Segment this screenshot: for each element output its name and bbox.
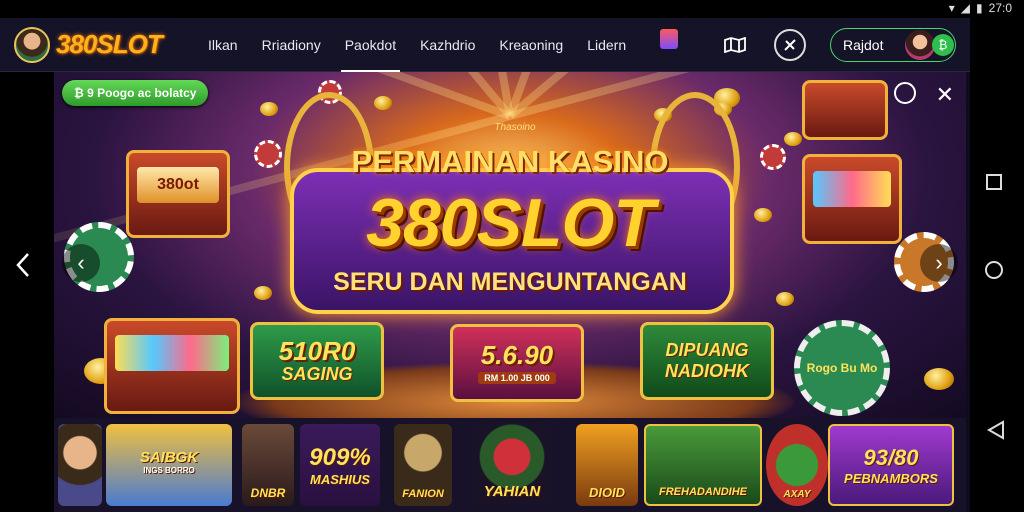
prize-card[interactable]: DIPUANG NADIOHK (640, 322, 774, 400)
signal-icon: ◢ (960, 1, 971, 15)
left-gutter (0, 72, 54, 512)
gift-icon[interactable] (660, 29, 678, 49)
nav-menu: Ilkan Rriadiony Paokdot Kazhdrio Kreaoni… (196, 18, 638, 72)
coin-badge: ₿ (932, 34, 954, 56)
game-tile[interactable]: 93/80 PEBNAMBORS (828, 424, 954, 506)
account-label: Rajdot (843, 37, 884, 53)
nav-item-lidern[interactable]: Lidern (575, 18, 638, 72)
nav-item-ilkan[interactable]: Ilkan (196, 18, 250, 72)
slot-machine-bottom-left (104, 318, 240, 414)
logo-avatar (14, 26, 50, 63)
status-time: 27:0 (988, 1, 1012, 15)
battery-icon: ▮ (976, 1, 983, 15)
banner-title-main: 380SLOT (366, 185, 655, 261)
prize-card[interactable]: 510R0 SAGING (250, 322, 384, 400)
promo-badge[interactable]: ₿ 9 Poogo ac bolatcy (62, 80, 209, 106)
brand-logo[interactable]: 380SLOT (14, 26, 184, 63)
nav-icons (660, 18, 824, 72)
game-tile[interactable]: SAIBGK INGS BORRO (106, 424, 232, 506)
home-icon[interactable] (985, 261, 1003, 279)
carousel-prev-button[interactable]: ‹ (62, 244, 100, 282)
nav-item-kreaoning[interactable]: Kreaoning (487, 18, 575, 72)
status-bar: ▾ ◢ ▮ 27:0 (0, 0, 1024, 18)
game-tile[interactable]: FANION (394, 424, 452, 506)
top-navbar: 380SLOT Ilkan Rriadiony Paokdot Kazhdrio… (0, 18, 970, 72)
banner-title-top: PERMAINAN KASINO (351, 144, 669, 179)
user-avatar (905, 30, 935, 60)
map-icon[interactable] (724, 37, 746, 53)
game-strip: SAIBGK INGS BORRO DNBR 909% MASHIUS FANI… (54, 418, 966, 512)
refresh-icon[interactable] (894, 82, 916, 104)
nav-item-kazhdrio[interactable]: Kazhdrio (408, 18, 487, 72)
game-tile[interactable]: YAHIAN (472, 424, 552, 506)
game-tile[interactable]: DNBR (242, 424, 294, 506)
nav-item-paokdot[interactable]: Paokdot (333, 18, 408, 72)
slot-machine-top-right (802, 80, 888, 140)
close-button[interactable]: ✕ (936, 82, 954, 108)
left-nav-arrow-icon[interactable] (14, 252, 34, 278)
game-tile[interactable]: FREHADANDIHE (644, 424, 762, 506)
prize-card[interactable]: 5.6.90 RM 1.00 JB 000 (450, 324, 584, 402)
recents-icon[interactable] (986, 174, 1002, 190)
game-tile[interactable]: DIOID (576, 424, 638, 506)
brand-name: 380SLOT (56, 29, 163, 59)
game-tile[interactable]: AXAY (766, 424, 828, 506)
game-tile[interactable]: 909% MASHIUS (300, 424, 380, 506)
poker-chip-icon: Rogo Bu Mo (794, 320, 890, 416)
carousel-next-button[interactable]: › (920, 244, 958, 282)
hero-banner[interactable]: ₿ 9 Poogo ac bolatcy ✕ 380ot Thasoino PE… (54, 72, 966, 418)
back-triangle-icon[interactable] (986, 420, 1006, 440)
compass-icon[interactable] (774, 29, 806, 61)
account-pill[interactable]: Rajdot ₿ (830, 28, 956, 62)
game-avatar[interactable] (58, 424, 102, 506)
nav-item-rriadiony[interactable]: Rriadiony (250, 18, 333, 72)
banner-subtitle: SERU DAN MENGUNTANGAN (333, 268, 687, 296)
wifi-icon: ▾ (948, 1, 955, 15)
